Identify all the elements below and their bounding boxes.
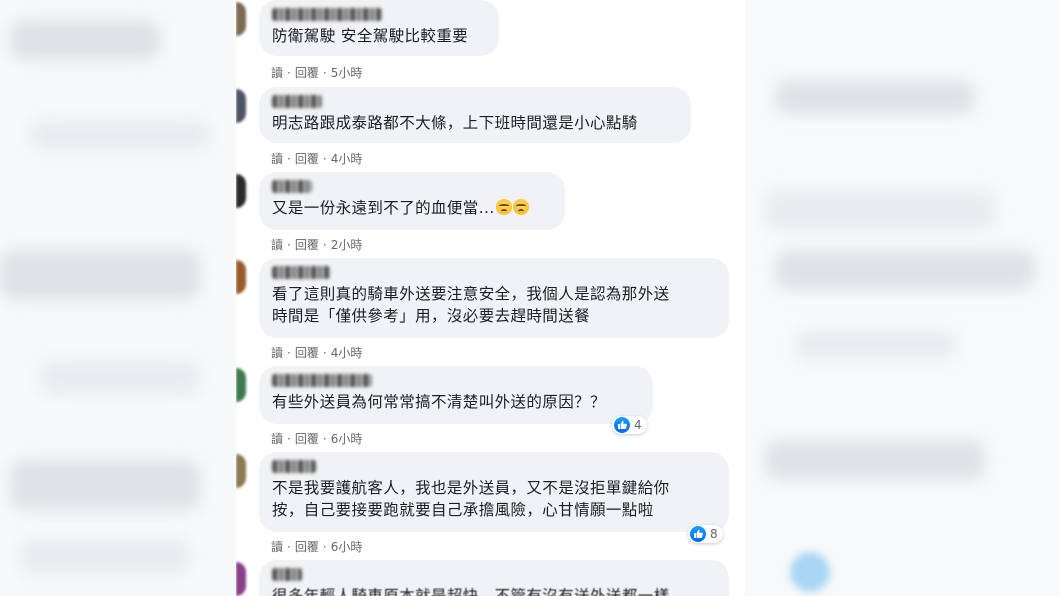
crying-face-icon [495, 199, 512, 215]
reaction-count[interactable]: 4 [612, 416, 647, 434]
comment-text: 有些外送員為何常常搞不清楚叫外送的原因？？ [272, 393, 606, 411]
comment-text: 很多年輕人騎車原本就是超快 不管有沒有送外送都一樣 [272, 587, 670, 596]
timestamp[interactable]: 4小時 [331, 152, 363, 166]
reply-link[interactable]: 回覆 [295, 540, 319, 554]
reply-link[interactable]: 回覆 [295, 432, 319, 446]
like-icon [690, 526, 706, 542]
reply-link[interactable]: 回覆 [295, 346, 319, 360]
comment-actions: 讀 · 回覆 · 2小時 [271, 238, 363, 252]
read-link[interactable]: 讀 [271, 540, 283, 554]
author-name[interactable] [272, 374, 372, 387]
comment-text: 明志路跟成泰路都不大條，上下班時間還是小心點騎 [272, 114, 638, 132]
author-name[interactable] [272, 460, 316, 473]
comment-actions: 讀 · 回覆 · 5小時 [271, 66, 363, 80]
author-name[interactable] [272, 568, 302, 581]
comment-bubble: 有些外送員為何常常搞不清楚叫外送的原因？？ [259, 366, 653, 424]
author-name[interactable] [272, 95, 322, 108]
comment-text: 看了這則真的騎車外送要注意安全，我個人是認為那外送 時間是「僅供參考」用，沒必要… [272, 285, 670, 325]
comment-bubble: 不是我要護航客人，我也是外送員，又不是沒拒單鍵給你 按，自己要接要跑就要自己承擔… [259, 452, 729, 532]
comment-bubble: 看了這則真的騎車外送要注意安全，我個人是認為那外送 時間是「僅供參考」用，沒必要… [259, 258, 729, 338]
timestamp[interactable]: 5小時 [331, 66, 363, 80]
read-link[interactable]: 讀 [271, 238, 283, 252]
author-name[interactable] [272, 8, 382, 21]
crying-face-icon [512, 199, 529, 215]
reaction-number: 8 [710, 527, 718, 541]
timestamp[interactable]: 6小時 [331, 432, 363, 446]
blurred-background-right [745, 0, 1060, 596]
read-link[interactable]: 讀 [271, 152, 283, 166]
avatar[interactable] [236, 2, 246, 36]
read-link[interactable]: 讀 [271, 66, 283, 80]
like-icon [614, 417, 630, 433]
blurred-background-left [0, 0, 236, 596]
comment-bubble: 防衛駕駛 安全駕駛比較重要 [259, 0, 499, 56]
author-name[interactable] [272, 180, 312, 193]
timestamp[interactable]: 6小時 [331, 540, 363, 554]
author-name[interactable] [272, 266, 330, 279]
comment-bubble: 明志路跟成泰路都不大條，上下班時間還是小心點騎 [259, 87, 691, 143]
reply-link[interactable]: 回覆 [295, 66, 319, 80]
comment-bubble: 很多年輕人騎車原本就是超快 不管有沒有送外送都一樣 [259, 560, 729, 596]
comment-actions: 讀 · 回覆 · 6小時 [271, 540, 363, 554]
comment-actions: 讀 · 回覆 · 4小時 [271, 152, 363, 166]
comment-actions: 讀 · 回覆 · 4小時 [271, 346, 363, 360]
comment-text: 不是我要護航客人，我也是外送員，又不是沒拒單鍵給你 按，自己要接要跑就要自己承擔… [272, 479, 670, 519]
comment-text: 防衛駕駛 安全駕駛比較重要 [272, 27, 469, 45]
read-link[interactable]: 讀 [271, 346, 283, 360]
reply-link[interactable]: 回覆 [295, 152, 319, 166]
avatar[interactable] [236, 89, 246, 123]
avatar[interactable] [236, 562, 246, 596]
avatar[interactable] [236, 260, 246, 294]
comment-bubble: 又是一份永遠到不了的血便當... [259, 172, 565, 230]
comment-feed: 防衛駕駛 安全駕駛比較重要 讀 · 回覆 · 5小時 明志路跟成泰路都不大條，上下班時間… [236, 0, 745, 596]
comment-actions: 讀 · 回覆 · 6小時 [271, 432, 363, 446]
timestamp[interactable]: 4小時 [331, 346, 363, 360]
reaction-number: 4 [634, 418, 642, 432]
timestamp[interactable]: 2小時 [331, 238, 363, 252]
reply-link[interactable]: 回覆 [295, 238, 319, 252]
read-link[interactable]: 讀 [271, 432, 283, 446]
avatar[interactable] [236, 454, 246, 488]
avatar[interactable] [236, 368, 246, 402]
reaction-count[interactable]: 8 [688, 525, 723, 543]
comment-text: 又是一份永遠到不了的血便當... [272, 197, 551, 219]
avatar[interactable] [236, 174, 246, 208]
